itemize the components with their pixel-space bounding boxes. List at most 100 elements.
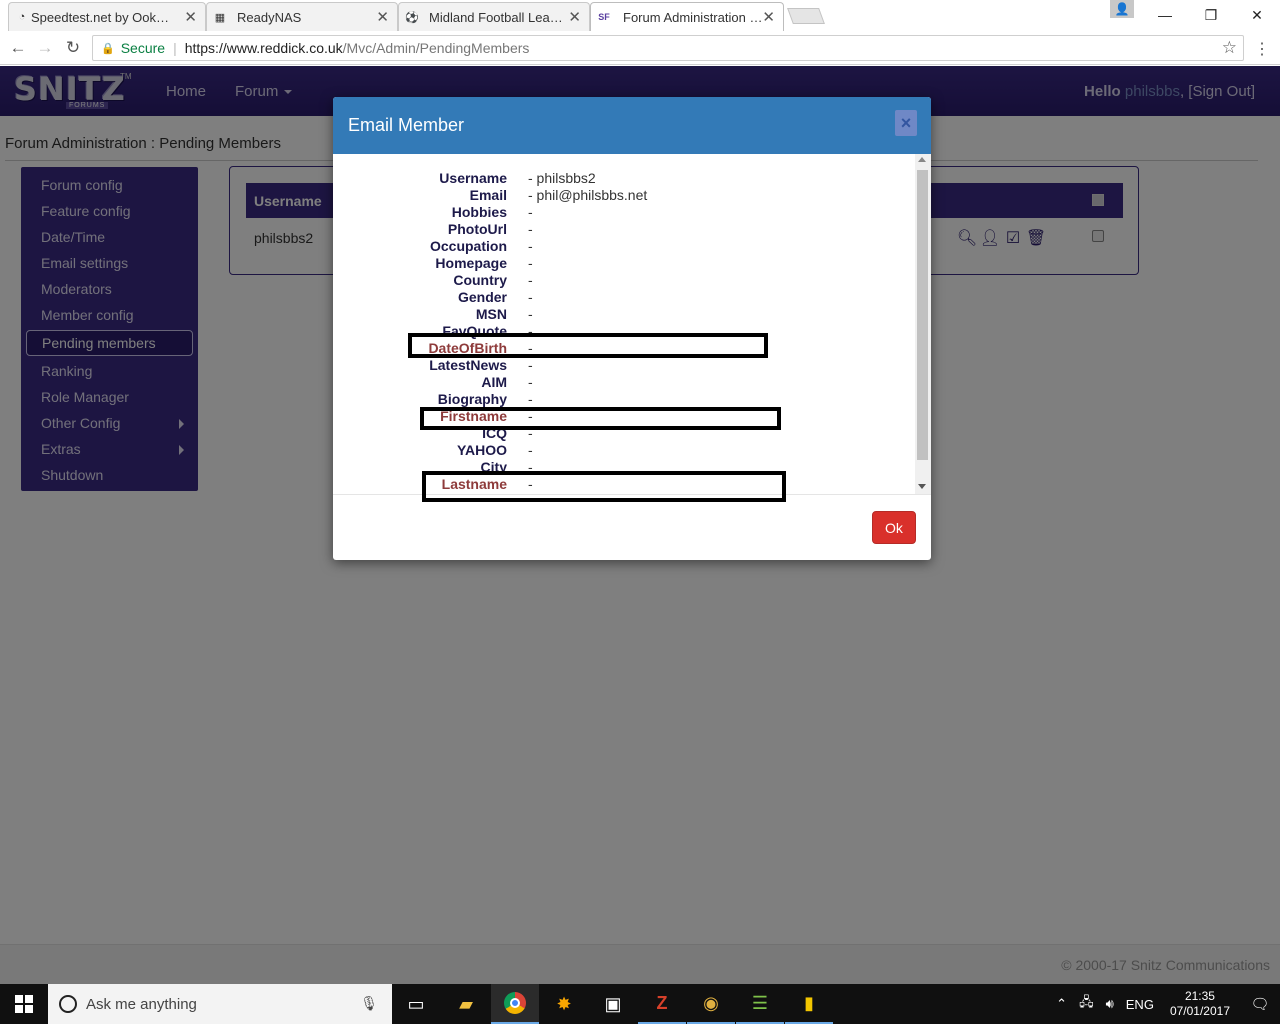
browser-tab-speedtest[interactable]: ◔ Speedtest.net by Ookla - ✕ <box>8 2 206 31</box>
profile-icon[interactable]: 👤 <box>1110 0 1134 18</box>
field-row: Username - philsbbs2 <box>333 170 913 187</box>
address-bar[interactable]: 🔒 Secure | https://www.reddick.co.uk/Mvc… <box>92 35 1244 61</box>
field-label: Hobbies <box>451 204 507 220</box>
browser-tab-midland[interactable]: ⚽ Midland Football League ✕ <box>398 2 590 31</box>
close-tab-icon[interactable]: ✕ <box>762 8 775 26</box>
browser-tab-readynas[interactable]: ▦ ReadyNAS ✕ <box>206 2 398 31</box>
field-value: - <box>528 238 533 254</box>
field-label: AIM <box>481 374 507 390</box>
file-explorer-icon[interactable]: ▰ <box>442 984 490 1024</box>
microphone-icon[interactable]: 🎙︎ <box>360 995 378 1012</box>
snitz-icon: SF <box>598 12 610 22</box>
windows-taskbar: Ask me anything 🎙︎ ▭ ▰ ✸ ▣ Z ◉ ☰ ▮ ⌃ 🖧︎ … <box>0 984 1280 1024</box>
task-view-icon[interactable]: ▭ <box>392 984 440 1024</box>
language-indicator[interactable]: ENG <box>1126 997 1154 1012</box>
tab-title: ReadyNAS <box>237 9 302 25</box>
terminal-icon[interactable]: ▣ <box>589 984 637 1024</box>
browser-toolbar: ← → ↻ 🔒 Secure | https://www.reddick.co.… <box>0 31 1280 65</box>
field-label: Country <box>453 272 507 288</box>
cortana-icon <box>59 995 77 1013</box>
field-label: PhotoUrl <box>447 221 507 237</box>
cortana-search-box[interactable]: Ask me anything 🎙︎ <box>48 984 392 1024</box>
field-row: PhotoUrl - <box>333 221 913 238</box>
url-separator: | <box>173 40 177 56</box>
close-tab-icon[interactable]: ✕ <box>376 8 389 26</box>
app-icon[interactable]: ◉ <box>687 984 735 1024</box>
clock-time: 21:35 <box>1184 989 1215 1003</box>
restore-icon[interactable]: ❐ <box>1188 0 1234 30</box>
field-value: - <box>528 391 533 407</box>
field-row: Gender - <box>333 289 913 306</box>
field-row: Homepage - <box>333 255 913 272</box>
ok-button[interactable]: Ok <box>872 511 916 544</box>
field-row: AIM - <box>333 374 913 391</box>
field-label: Biography <box>437 391 507 407</box>
window-controls: — ❐ ✕ <box>1142 0 1280 30</box>
tab-title: Midland Football League <box>429 9 569 25</box>
field-label: Username <box>439 170 507 186</box>
field-label: MSN <box>475 306 507 322</box>
windows-start-icon[interactable] <box>0 984 48 1024</box>
scroll-up-icon[interactable] <box>918 157 926 162</box>
secure-label: Secure <box>120 40 166 56</box>
bookmark-star-icon[interactable]: ☆ <box>1222 38 1237 58</box>
field-value: - <box>528 306 533 322</box>
readynas-icon: ▦ <box>214 11 226 24</box>
chevron-up-icon[interactable]: ⌃ <box>1056 996 1067 1012</box>
field-label: Email <box>469 187 507 203</box>
notifications-icon[interactable]: 🗨︎ <box>1240 984 1280 1024</box>
member-field-list: Username - philsbbs2 Email - phil@philsbbs… <box>333 170 913 493</box>
close-window-icon[interactable]: ✕ <box>1234 0 1280 30</box>
minimize-icon[interactable]: — <box>1142 0 1188 30</box>
field-label: Gender <box>457 289 507 305</box>
forward-icon[interactable]: → <box>34 37 56 59</box>
field-row: Country - <box>333 272 913 289</box>
close-icon[interactable]: × <box>895 110 917 136</box>
browser-tab-forum-admin[interactable]: SF Forum Administration : P ✕ <box>590 2 784 31</box>
field-value: - <box>528 204 533 220</box>
scroll-thumb[interactable] <box>917 170 928 460</box>
url-host: https://www.reddick.co.uk <box>184 40 343 56</box>
search-placeholder: Ask me anything <box>86 995 197 1013</box>
clock[interactable]: 21:35 07/01/2017 <box>1170 989 1230 1019</box>
annotation-box-lastname <box>422 471 786 502</box>
modal-title: Email Member <box>348 115 465 135</box>
field-label: Occupation <box>429 238 507 254</box>
browser-menu-icon[interactable]: ⋮ <box>1254 39 1270 59</box>
chrome-icon[interactable] <box>491 984 539 1024</box>
field-row: YAHOO - <box>333 442 913 459</box>
field-value: - phil@philsbbs.net <box>528 187 648 203</box>
scroll-down-icon[interactable] <box>918 484 926 489</box>
lock-icon: 🔒 <box>101 42 115 55</box>
close-tab-icon[interactable]: ✕ <box>568 8 581 26</box>
field-value: - <box>528 255 533 271</box>
field-row: LatestNews - <box>333 357 913 374</box>
field-value: - <box>528 357 533 373</box>
field-value: - <box>528 289 533 305</box>
volume-icon[interactable]: 🔊︎ <box>1106 996 1114 1012</box>
new-tab-button[interactable] <box>787 8 825 24</box>
field-label: Homepage <box>435 255 507 271</box>
field-label: LatestNews <box>429 357 507 373</box>
close-tab-icon[interactable]: ✕ <box>184 8 197 26</box>
field-label: YAHOO <box>456 442 507 458</box>
filezilla-icon[interactable]: Z <box>638 984 686 1024</box>
app-icon[interactable]: ▮ <box>785 984 833 1024</box>
clock-date: 07/01/2017 <box>1169 1004 1230 1018</box>
football-icon: ⚽ <box>405 11 419 24</box>
network-icon[interactable]: 🖧︎ <box>1079 993 1094 1015</box>
system-tray: ⌃ 🖧︎ 🔊︎ ENG 21:35 07/01/2017 🗨︎ <box>1050 984 1280 1024</box>
back-icon[interactable]: ← <box>7 37 29 59</box>
reload-icon[interactable]: ↻ <box>62 37 84 59</box>
modal-header: Email Member × <box>333 97 931 154</box>
field-value: - <box>528 442 533 458</box>
url-path: /Mvc/Admin/PendingMembers <box>342 40 530 56</box>
field-row: Biography - <box>333 391 913 408</box>
app-icon[interactable]: ✸ <box>540 984 588 1024</box>
database-icon[interactable]: ☰ <box>736 984 784 1024</box>
field-value: - <box>528 374 533 390</box>
modal-scrollbar[interactable] <box>915 154 931 494</box>
field-value: - philsbbs2 <box>528 170 596 186</box>
modal-body: Username - philsbbs2 Email - phil@philsbbs… <box>333 154 931 494</box>
field-value: - <box>528 221 533 237</box>
